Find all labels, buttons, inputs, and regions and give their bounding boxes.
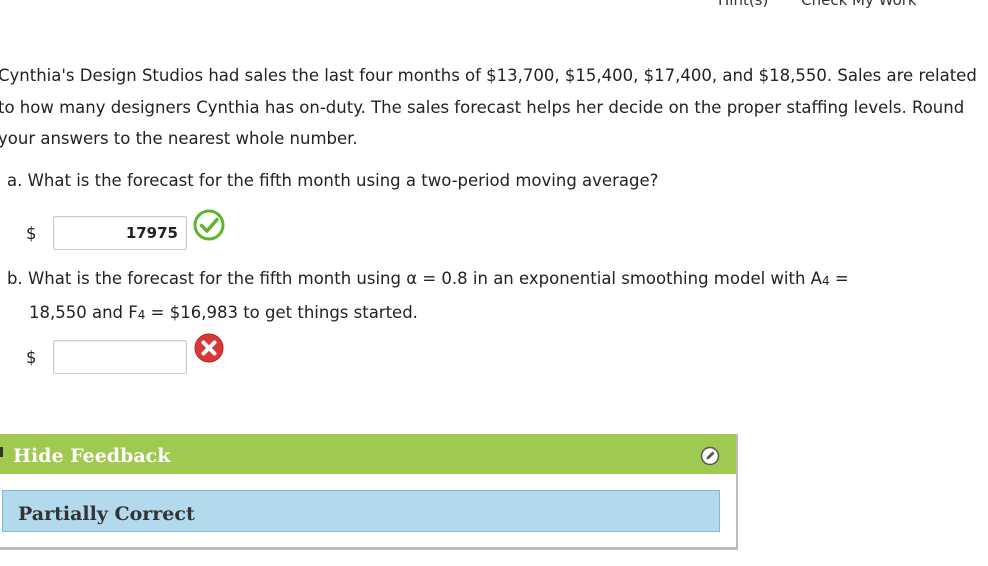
hide-feedback-toggle[interactable]: Hide Feedback [13,445,170,467]
part-b-question: b. What is the forecast for the fifth mo… [7,263,967,331]
feedback-status-text: Partially Correct [18,503,195,525]
check-my-work-link[interactable]: Check My Work [801,0,916,9]
correct-check-icon [193,209,225,241]
feedback-header[interactable]: Hide Feedback [0,434,736,474]
part-b-line1: b. What is the forecast for the fifth mo… [7,269,849,288]
part-b-answer-input[interactable] [53,340,187,374]
part-b-currency: $ [26,348,37,367]
part-a-question: a. What is the forecast for the fifth mo… [7,171,659,190]
part-a-answer-input[interactable]: 17975 [53,216,187,250]
pencil-icon [700,446,720,466]
part-b-line2: 18,550 and F4 = $16,983 to get things st… [29,303,418,322]
part-a-currency: $ [26,224,37,243]
feedback-body: Partially Correct [2,490,720,532]
hint-link[interactable]: Hint(s) [718,0,768,9]
incorrect-x-icon [194,333,224,363]
feedback-panel: Hide Feedback Partially Correct [0,434,738,550]
question-intro: Cynthia's Design Studios had sales the l… [0,66,977,148]
top-links: Hint(s) Check My Work [718,0,945,9]
feedback-corner-mark [0,447,3,457]
